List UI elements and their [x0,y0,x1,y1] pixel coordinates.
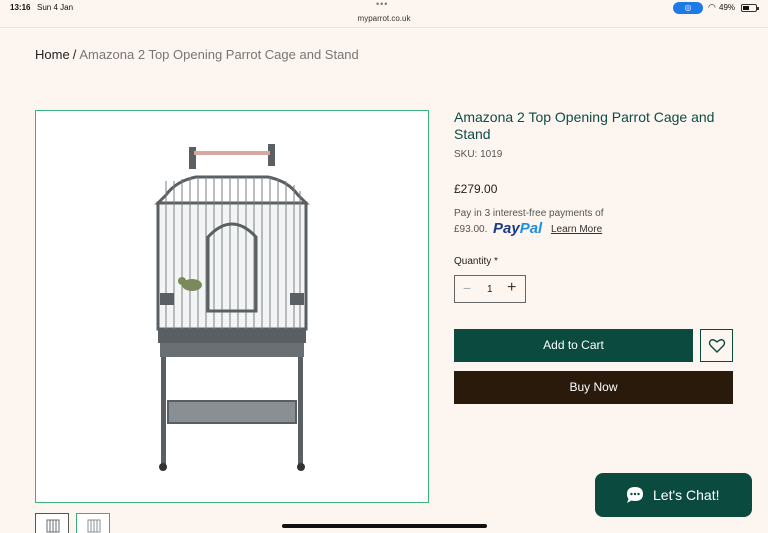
vpn-icon: ◎ [673,2,703,14]
minus-icon[interactable]: − [463,280,471,296]
plus-icon[interactable]: + [507,279,516,297]
product-title: Amazona 2 Top Opening Parrot Cage and St… [454,109,715,142]
chat-label: Let's Chat! [653,487,720,503]
product-main-image[interactable] [35,110,429,503]
breadcrumb: Home / Amazona 2 Top Opening Parrot Cage a… [35,47,359,62]
wishlist-button[interactable] [700,329,733,362]
paypal-logo: PayPal [493,220,542,237]
add-to-cart-button[interactable]: Add to Cart [454,329,693,362]
paypal-learn-more-link[interactable]: Learn More [551,224,602,235]
status-bar: 13:16 Sun 4 Jan ••• myparrot.co.uk ◎ ◠ 4… [0,0,768,28]
paypal-installment: £93.00. [454,224,488,235]
status-date: Sun 4 Jan [37,3,74,12]
product-price: £279.00 [454,182,498,196]
breadcrumb-home[interactable]: Home [35,47,70,62]
more-dots-icon[interactable]: ••• [376,0,388,9]
quantity-stepper[interactable]: − 1 + [454,275,526,303]
chat-bubble-icon [627,487,643,503]
wifi-icon: ◠ [708,2,716,12]
paypal-logo-pal: Pal [519,220,543,237]
breadcrumb-separator: / [72,47,77,62]
status-time: 13:16 [10,3,31,12]
cage-thumb-icon [46,519,60,533]
thumbnail-1[interactable] [35,513,69,533]
breadcrumb-current: Amazona 2 Top Opening Parrot Cage and St… [79,47,359,62]
battery-percent: 49% [719,3,736,12]
quantity-label: Quantity * [454,256,498,267]
cage-image [154,144,310,471]
quantity-value[interactable]: 1 [487,284,493,295]
paypal-message: Pay in 3 interest-free payments of [454,208,604,219]
chat-widget-button[interactable]: Let's Chat! [595,473,752,517]
product-sku: SKU: 1019 [454,149,503,160]
heart-icon [708,339,726,353]
battery-icon [741,4,759,12]
paypal-logo-pay: Pay [493,220,520,237]
thumbnail-2[interactable] [76,513,110,533]
cage-thumb-icon [87,519,101,533]
url-bar[interactable]: myparrot.co.uk [0,14,768,23]
home-indicator[interactable] [282,524,487,528]
buy-now-button[interactable]: Buy Now [454,371,733,404]
